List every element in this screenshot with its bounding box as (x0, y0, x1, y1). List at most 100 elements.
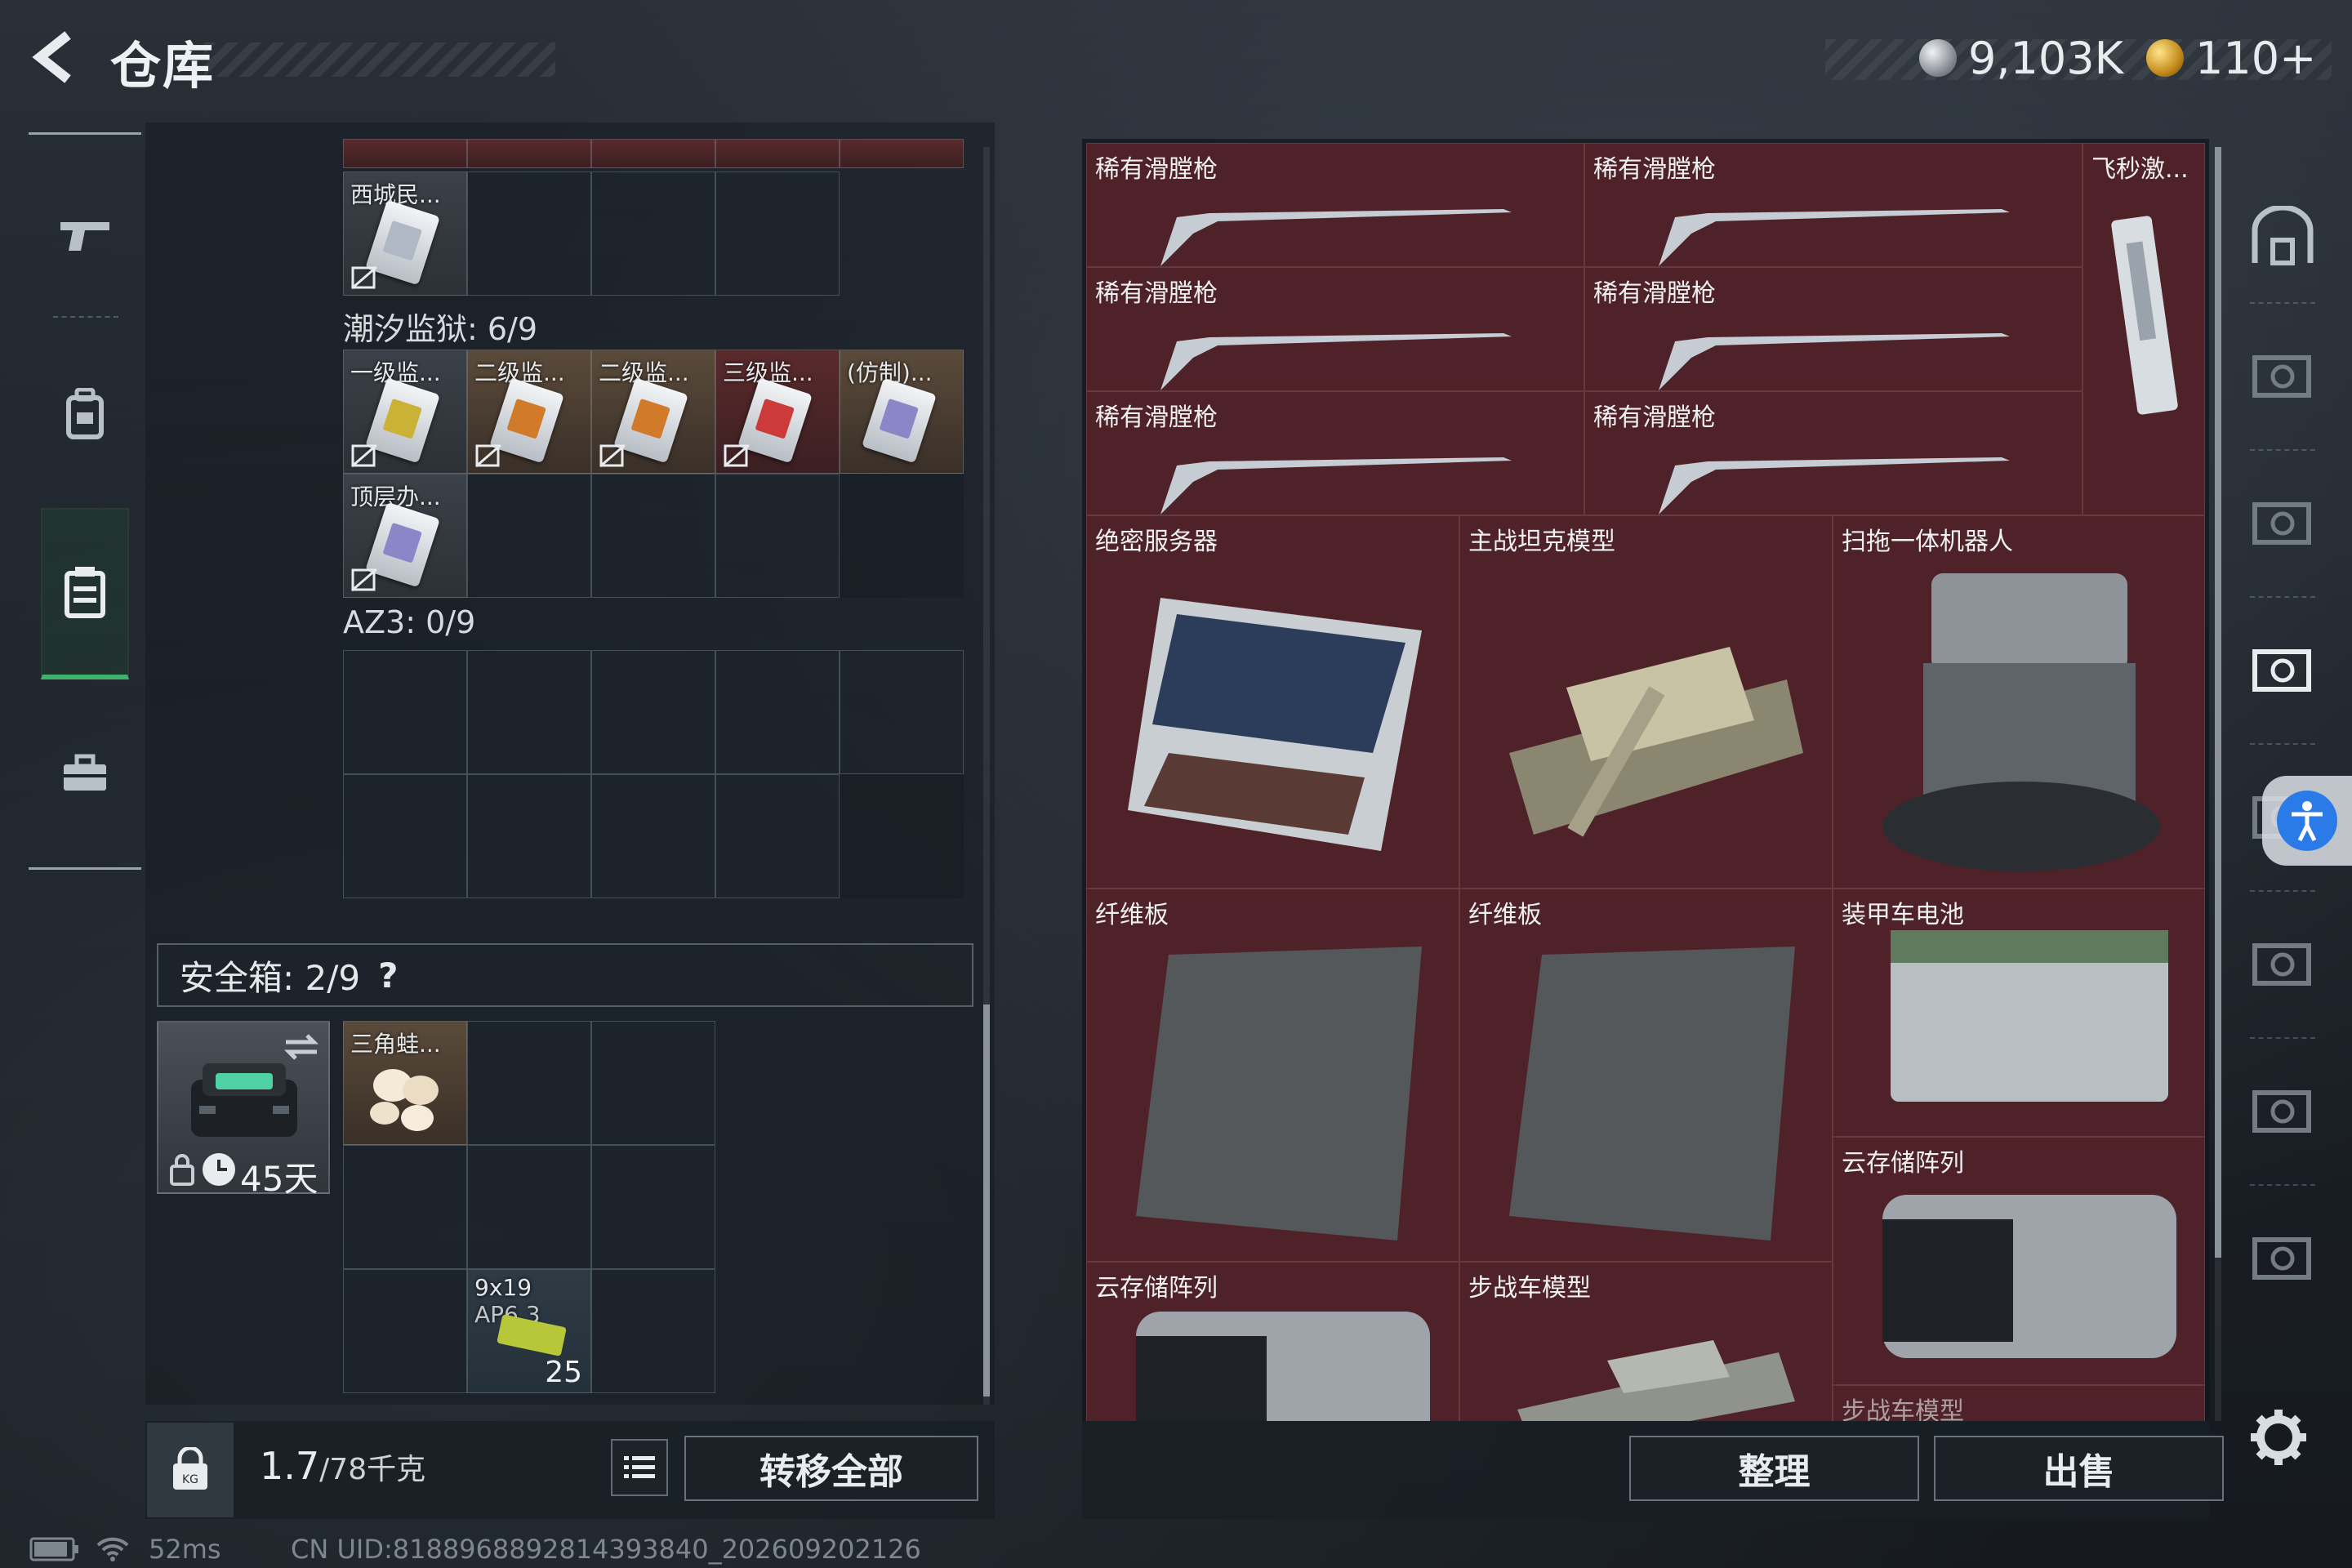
ifv-model-icon (1517, 1340, 1795, 1421)
stash-item-musket[interactable]: 稀有滑膛枪 (1584, 267, 2082, 391)
ammo-item[interactable]: 9x19 AP6.3 25 (467, 1269, 591, 1393)
grid-cell[interactable] (467, 650, 591, 774)
currency-premium[interactable]: 110+ (2146, 29, 2316, 87)
scrollbar-thumb[interactable] (2215, 147, 2221, 1258)
accessibility-button[interactable] (2262, 776, 2352, 866)
frog-item[interactable]: 三角蛙... (343, 1021, 467, 1145)
transfer-all-button[interactable]: 转移全部 (684, 1436, 978, 1501)
stash-item-musket[interactable]: 稀有滑膛枪 (1086, 267, 1584, 391)
stash-scrollbar[interactable] (2215, 147, 2221, 1421)
grid-cell[interactable] (591, 650, 715, 774)
list-view-button[interactable] (611, 1439, 668, 1496)
item-label: 纤维板 (1468, 901, 1542, 929)
grid-cell[interactable] (715, 774, 840, 898)
grid-cell[interactable] (467, 474, 591, 598)
pearls-icon (370, 1069, 439, 1131)
tank-model-icon (1509, 647, 1803, 837)
grid-cell[interactable] (591, 1269, 715, 1393)
no-drop-icon (351, 443, 377, 468)
nav-item-weapon[interactable] (29, 149, 141, 320)
grid-cell[interactable] (343, 650, 467, 774)
inventory-partial-row (343, 139, 964, 168)
grid-cell[interactable] (343, 774, 467, 898)
stash-item-ifv-model[interactable]: 步战车模型 (1459, 1262, 1833, 1421)
grid-cell[interactable] (591, 139, 715, 168)
help-button[interactable]: ? (378, 956, 398, 996)
stash-item-musket[interactable]: 稀有滑膛枪 (1584, 391, 2082, 515)
wifi-icon (96, 1537, 129, 1561)
title-decoration (204, 42, 555, 77)
grid-cell[interactable] (467, 1021, 591, 1145)
grid-cell[interactable] (591, 774, 715, 898)
stash-tab-2[interactable] (2234, 449, 2332, 596)
stash-grid: 稀有滑膛枪 稀有滑膛枪 飞秒激... 稀有滑膛枪 稀有滑膛枪 稀有滑膛枪 稀有滑… (1086, 143, 2205, 1421)
grid-cell[interactable] (591, 172, 715, 296)
stash-item-musket[interactable]: 稀有滑膛枪 (1086, 391, 1584, 515)
stash-item-cloud-storage[interactable]: 云存储阵列 (1086, 1262, 1459, 1421)
nav-item-container[interactable] (41, 508, 129, 679)
item-label: 稀有滑膛枪 (1593, 155, 1716, 184)
grid-cell[interactable] (591, 1145, 715, 1269)
silver-coin-icon (1919, 39, 1957, 77)
stash-item-robot[interactable]: 扫拖一体机器人 (1833, 515, 2205, 889)
grid-cell[interactable] (343, 139, 467, 168)
stash-item-musket[interactable]: 稀有滑膛枪 (1086, 143, 1584, 267)
grid-cell[interactable] (715, 139, 840, 168)
stash-tab-6[interactable] (2234, 1037, 2332, 1184)
stash-tab-home[interactable] (2234, 163, 2332, 310)
grid-cell[interactable] (467, 172, 591, 296)
grid-cell[interactable] (467, 139, 591, 168)
key-card-item[interactable]: 三级监... (715, 350, 840, 474)
nav-item-toolbox[interactable] (29, 688, 141, 859)
key-card-item[interactable]: (仿制)... (840, 350, 964, 474)
stash-item-musket[interactable]: 稀有滑膛枪 (1584, 143, 2082, 267)
stash-item-cloud-storage[interactable]: 云存储阵列 (1833, 1137, 2205, 1385)
grid-cell[interactable] (343, 1269, 467, 1393)
grid-cell[interactable] (591, 1021, 715, 1145)
grid-cell[interactable] (467, 774, 591, 898)
stash-item-tank[interactable]: 主战坦克模型 (1459, 515, 1833, 889)
stash-tab-7[interactable] (2234, 1184, 2332, 1331)
grid-cell[interactable] (343, 1145, 467, 1269)
weight-lock[interactable]: KG (147, 1423, 234, 1517)
list-icon (624, 1456, 655, 1478)
key-card-item[interactable]: 二级监... (591, 350, 715, 474)
safe-case-item[interactable]: 45天 (157, 1021, 330, 1199)
swap-icon[interactable] (281, 1031, 322, 1063)
item-label: 稀有滑膛枪 (1593, 279, 1716, 308)
stash-tab-1[interactable] (2234, 302, 2332, 449)
grid-cell[interactable] (467, 1145, 591, 1269)
case-timer: 45天 (240, 1159, 318, 1199)
inventory-row-1: 西城民... (343, 172, 840, 296)
organize-button[interactable]: 整理 (1629, 1436, 1919, 1501)
stash-item-battery[interactable]: 装甲车电池 (1833, 889, 2205, 1137)
grid-cell[interactable] (715, 650, 840, 774)
settings-gear-icon[interactable] (2246, 1405, 2311, 1470)
nav-item-backpack[interactable] (29, 328, 141, 500)
scrollbar-thumb[interactable] (983, 1004, 990, 1396)
safe-box-header: 安全箱: 2/9 ? (157, 943, 973, 1007)
grid-cell[interactable] (715, 172, 840, 296)
grid-cell[interactable] (715, 474, 840, 598)
musket-icon (1659, 333, 2010, 390)
stash-item-fiberboard[interactable]: 纤维板 (1086, 889, 1459, 1262)
key-card-item[interactable]: 一级监... (343, 350, 467, 474)
sell-button[interactable]: 出售 (1934, 1436, 2224, 1501)
back-button[interactable] (24, 24, 82, 90)
stash-tab-3-active[interactable] (2234, 596, 2332, 743)
currency-coins[interactable]: 9,103K (1919, 29, 2123, 87)
stash-item-fiberboard[interactable]: 纤维板 (1459, 889, 1833, 1262)
grid-cell[interactable] (591, 474, 715, 598)
stash-item-server[interactable]: 绝密服务器 (1086, 515, 1459, 889)
stash-tab-5[interactable] (2234, 890, 2332, 1037)
key-card-item[interactable]: 西城民... (343, 172, 467, 296)
key-card-item[interactable]: 二级监... (467, 350, 591, 474)
inventory-scrollbar[interactable] (983, 147, 990, 1405)
key-card-item[interactable]: 顶层办... (343, 474, 467, 598)
grid-cell[interactable] (840, 650, 964, 774)
stash-item-ifv-model[interactable]: 步战车模型 (1833, 1385, 2205, 1421)
grid-cell[interactable] (840, 139, 964, 168)
item-label: 绝密服务器 (1095, 528, 1218, 556)
container-icon (65, 567, 105, 618)
stash-item-laser[interactable]: 飞秒激... (2082, 143, 2205, 515)
